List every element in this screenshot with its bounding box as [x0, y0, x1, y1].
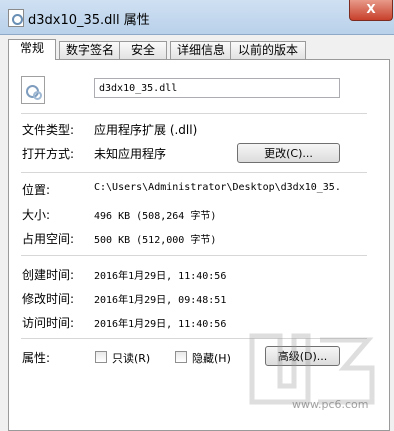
tab-previous-versions[interactable]: 以前的版本 — [230, 41, 306, 59]
location-value: C:\Users\Administrator\Desktop\d3dx10_35… — [94, 182, 341, 193]
watermark-glyph — [318, 337, 375, 405]
created-value: 2016年1月29日, 11:40:56 — [94, 271, 227, 282]
divider — [21, 172, 367, 174]
accessed-value: 2016年1月29日, 11:40:56 — [94, 319, 227, 330]
created-label: 创建时间: — [22, 268, 75, 282]
watermark-glyph — [249, 333, 311, 405]
tab-digital-signatures[interactable]: 数字签名 — [59, 41, 121, 59]
title-bar: d3dx10_35.dll 属性 X — [0, 0, 394, 35]
file-name-field[interactable]: d3dx10_35.dll — [94, 78, 340, 98]
accessed-label: 访问时间: — [22, 316, 75, 330]
readonly-label[interactable]: 只读(R) — [112, 350, 150, 366]
watermark-text: www.pc6.com — [292, 398, 369, 411]
divider — [21, 113, 367, 115]
hidden-label[interactable]: 隐藏(H) — [192, 350, 231, 366]
attributes-label: 属性: — [22, 351, 51, 365]
location-label: 位置: — [22, 183, 51, 197]
hidden-checkbox[interactable] — [175, 351, 187, 363]
readonly-checkbox[interactable] — [95, 351, 107, 363]
size-on-disk-label: 占用空间: — [22, 232, 75, 246]
divider — [21, 255, 367, 257]
change-button[interactable]: 更改(C)... — [237, 143, 340, 163]
open-with-value: 未知应用程序 — [94, 147, 167, 161]
file-type-label: 文件类型: — [22, 123, 75, 137]
open-with-label: 打开方式: — [22, 147, 75, 161]
size-label: 大小: — [22, 208, 51, 222]
tab-general[interactable]: 常规 — [8, 39, 56, 60]
size-on-disk-value: 500 KB (512,000 字节) — [94, 235, 217, 246]
modified-label: 修改时间: — [22, 292, 75, 306]
dll-file-icon — [8, 9, 24, 27]
file-type-value: 应用程序扩展 (.dll) — [94, 123, 198, 137]
tab-details[interactable]: 详细信息 — [170, 41, 232, 59]
window-title: d3dx10_35.dll 属性 — [28, 13, 150, 28]
close-button[interactable]: X — [349, 0, 393, 21]
gear-small-icon — [33, 91, 42, 100]
dll-file-icon-large — [21, 76, 45, 104]
size-value: 496 KB (508,264 字节) — [94, 211, 217, 222]
modified-value: 2016年1月29日, 09:48:51 — [94, 295, 227, 306]
tab-security[interactable]: 安全 — [119, 41, 167, 59]
